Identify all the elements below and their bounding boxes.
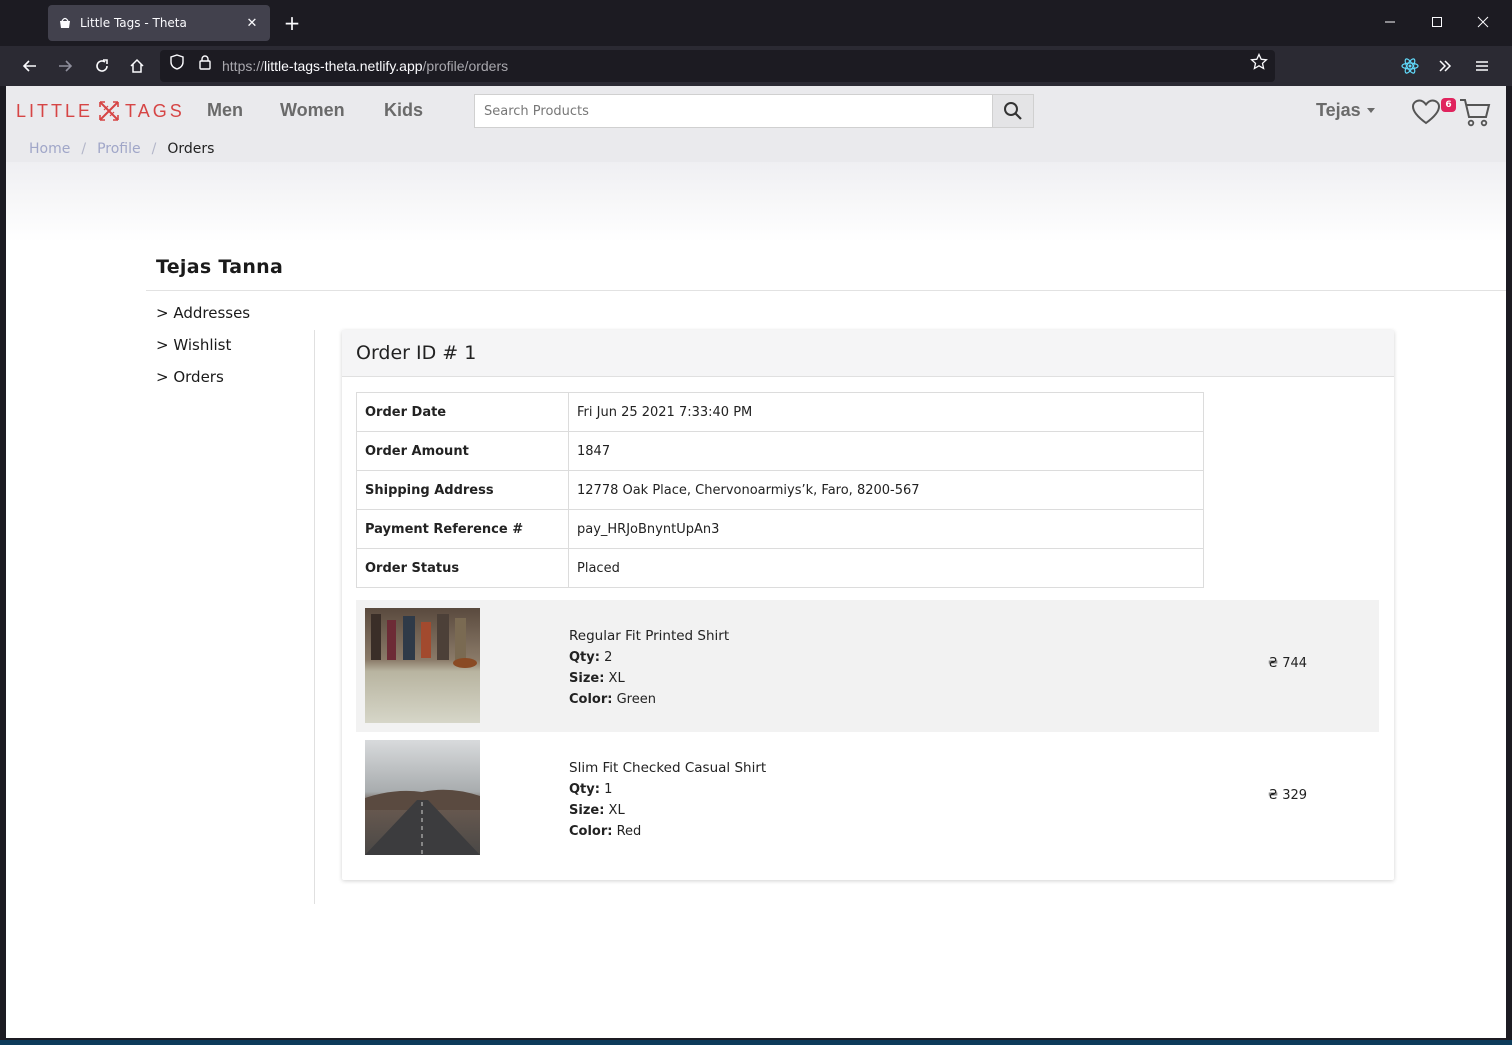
table-row: Order Date Fri Jun 25 2021 7:33:40 PM (356, 392, 1204, 432)
overflow-chevrons-icon[interactable] (1432, 53, 1458, 79)
bookmark-star-icon[interactable] (1250, 53, 1268, 71)
browser-toolbar: https://little-tags-theta.netlify.app/pr… (0, 46, 1512, 86)
size-label: Size: (569, 803, 605, 818)
item-qty: 2 (604, 650, 613, 665)
cart-icon[interactable] (1459, 96, 1491, 128)
logo-text-left: LITTLE (16, 100, 94, 121)
item-size: XL (608, 671, 625, 686)
search-input[interactable] (475, 95, 992, 127)
site-header: LITTLE TAGS Men Women Kids Tejas (6, 86, 1506, 162)
nav-men[interactable]: Men (207, 100, 243, 121)
user-menu-toggle[interactable]: Tejas (1316, 100, 1375, 121)
profile-side-menu: > Addresses > Wishlist > Orders (156, 304, 250, 400)
item-qty: 1 (604, 782, 613, 797)
size-label: Size: (569, 671, 605, 686)
address-bar[interactable]: https://little-tags-theta.netlify.app/pr… (160, 50, 1275, 82)
maximize-icon[interactable] (1425, 10, 1449, 34)
header-shadow (6, 162, 1506, 242)
item-details: Slim Fit Checked Casual Shirt Qty: 1 Siz… (569, 758, 766, 842)
caret-down-icon (1366, 108, 1375, 113)
os-taskbar (0, 1040, 1512, 1045)
breadcrumb-current: Orders (167, 141, 215, 157)
item-color: Red (616, 824, 642, 839)
order-item: Slim Fit Checked Casual Shirt Qty: 1 Siz… (356, 732, 1379, 864)
web-page: LITTLE TAGS Men Women Kids Tejas (6, 86, 1506, 1038)
detail-label: Order Date (356, 392, 569, 432)
item-price: ₴ 329 (1268, 788, 1308, 803)
item-name[interactable]: Regular Fit Printed Shirt (569, 626, 729, 647)
product-image[interactable] (365, 608, 480, 723)
nav-kids[interactable]: Kids (384, 100, 423, 121)
breadcrumb-separator: / (151, 141, 157, 157)
divider (146, 290, 1506, 291)
profile-name: Tejas Tanna (156, 256, 284, 278)
heart-icon[interactable] (1411, 98, 1441, 126)
lock-icon[interactable] (196, 53, 214, 71)
url-host: little-tags-theta.netlify.app (264, 58, 423, 74)
order-title: Order ID # 1 (342, 330, 1394, 377)
reload-icon[interactable] (89, 53, 115, 79)
minimize-icon[interactable] (1378, 10, 1402, 34)
side-link-addresses[interactable]: > Addresses (156, 304, 250, 322)
item-name[interactable]: Slim Fit Checked Casual Shirt (569, 758, 766, 779)
react-devtools-icon[interactable] (1397, 53, 1423, 79)
detail-value: Fri Jun 25 2021 7:33:40 PM (568, 392, 1204, 432)
breadcrumb-profile[interactable]: Profile (97, 141, 141, 157)
forward-icon[interactable] (52, 53, 78, 79)
hamburger-menu-icon[interactable] (1469, 53, 1495, 79)
product-image[interactable] (365, 740, 480, 855)
qty-label: Qty: (569, 650, 600, 665)
shield-icon[interactable] (168, 53, 186, 71)
detail-label: Shipping Address (356, 470, 569, 510)
wishlist-count-badge: 6 (1441, 98, 1456, 112)
user-name: Tejas (1316, 100, 1361, 120)
item-size: XL (608, 803, 625, 818)
search-bar (474, 94, 1034, 128)
table-row: Shipping Address 12778 Oak Place, Chervo… (356, 470, 1204, 510)
table-row: Payment Reference # pay_HRJoBnyntUpAn3 (356, 509, 1204, 549)
basket-icon (58, 16, 72, 30)
detail-label: Payment Reference # (356, 509, 569, 549)
qty-label: Qty: (569, 782, 600, 797)
search-button[interactable] (992, 95, 1033, 127)
color-label: Color: (569, 692, 613, 707)
tab-strip: Little Tags - Theta ✕ + (0, 0, 1512, 46)
url-path: /profile/orders (422, 58, 509, 74)
breadcrumb-home[interactable]: Home (29, 141, 70, 157)
site-logo[interactable]: LITTLE TAGS (16, 98, 185, 124)
side-link-orders[interactable]: > Orders (156, 368, 250, 386)
nav-women[interactable]: Women (280, 100, 345, 121)
new-tab-icon[interactable]: + (280, 12, 304, 36)
item-price: ₴ 744 (1268, 656, 1308, 671)
color-label: Color: (569, 824, 613, 839)
detail-value: Placed (568, 548, 1204, 588)
table-row: Order Status Placed (356, 548, 1204, 588)
logo-arrows-icon (99, 101, 119, 121)
breadcrumb: Home / Profile / Orders (29, 141, 214, 157)
item-color: Green (616, 692, 656, 707)
back-icon[interactable] (17, 53, 43, 79)
order-card: Order ID # 1 Order Date Fri Jun 25 2021 … (342, 330, 1394, 880)
detail-value: 1847 (568, 431, 1204, 471)
close-tab-icon[interactable]: ✕ (244, 15, 260, 31)
close-window-icon[interactable] (1471, 10, 1495, 34)
tab-active[interactable]: Little Tags - Theta ✕ (48, 5, 270, 41)
detail-label: Order Status (356, 548, 569, 588)
search-icon (1004, 102, 1022, 120)
item-details: Regular Fit Printed Shirt Qty: 2 Size: X… (569, 626, 729, 710)
side-link-wishlist[interactable]: > Wishlist (156, 336, 250, 354)
order-details-table: Order Date Fri Jun 25 2021 7:33:40 PM Or… (356, 392, 1204, 588)
table-row: Order Amount 1847 (356, 431, 1204, 471)
divider (314, 330, 315, 904)
breadcrumb-separator: / (81, 141, 87, 157)
detail-value: 12778 Oak Place, Chervonoarmiys’k, Faro,… (568, 470, 1204, 510)
detail-value: pay_HRJoBnyntUpAn3 (568, 509, 1204, 549)
home-icon[interactable] (124, 53, 150, 79)
detail-label: Order Amount (356, 431, 569, 471)
browser-window: Little Tags - Theta ✕ + https://little-t… (0, 0, 1512, 1040)
order-item: Regular Fit Printed Shirt Qty: 2 Size: X… (356, 600, 1379, 732)
url-scheme: https:// (222, 58, 265, 74)
tab-title: Little Tags - Theta (80, 16, 187, 30)
logo-text-right: TAGS (125, 100, 185, 121)
